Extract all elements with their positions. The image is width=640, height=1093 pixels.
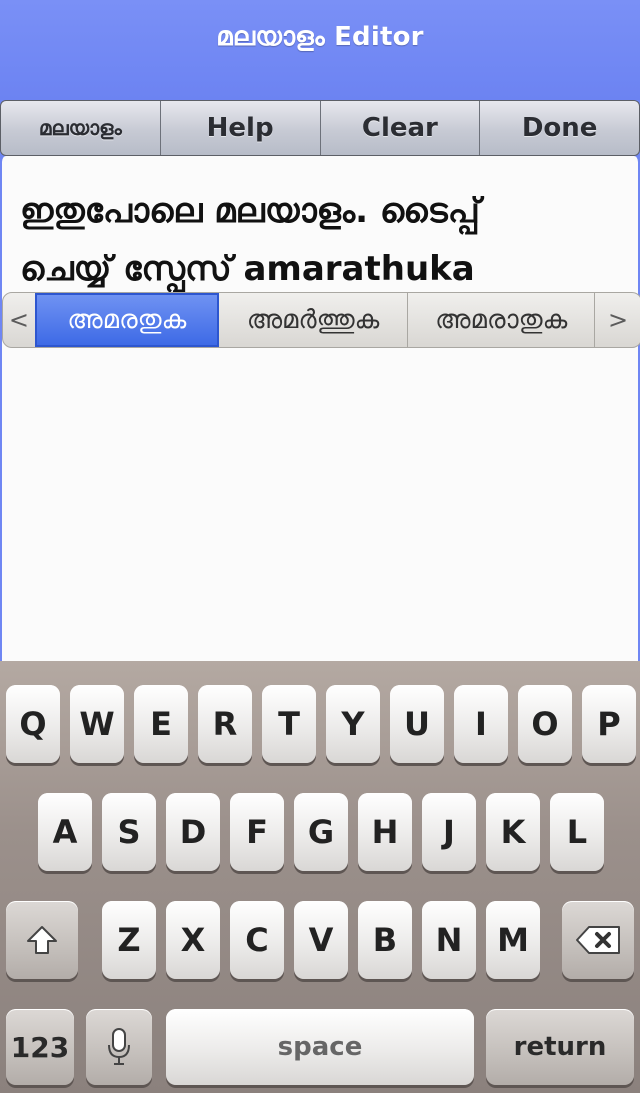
- key-c[interactable]: C: [230, 901, 284, 979]
- key-f[interactable]: F: [230, 793, 284, 871]
- backspace-key[interactable]: [562, 901, 634, 979]
- key-j[interactable]: J: [422, 793, 476, 871]
- text-editor[interactable]: ഇതുപോലെ മലയാളം. ടൈപ്പ് ചെയ്യ് സ്പേസ് ama…: [0, 156, 640, 661]
- key-b[interactable]: B: [358, 901, 412, 979]
- shift-arrow-icon: [27, 926, 57, 954]
- key-a[interactable]: A: [38, 793, 92, 871]
- backspace-icon: [576, 926, 620, 954]
- key-t[interactable]: T: [262, 685, 316, 763]
- key-w[interactable]: W: [70, 685, 124, 763]
- space-key[interactable]: space: [166, 1009, 474, 1085]
- suggestion-prev-button[interactable]: <: [3, 293, 35, 347]
- page-title: മലയാളം Editor: [216, 22, 424, 52]
- shift-key[interactable]: [6, 901, 78, 979]
- key-v[interactable]: V: [294, 901, 348, 979]
- key-d[interactable]: D: [166, 793, 220, 871]
- numbers-key[interactable]: 123: [6, 1009, 74, 1085]
- help-button[interactable]: Help: [161, 101, 321, 155]
- key-p[interactable]: P: [582, 685, 636, 763]
- microphone-icon: [108, 1028, 130, 1065]
- key-g[interactable]: G: [294, 793, 348, 871]
- key-i[interactable]: I: [454, 685, 508, 763]
- clear-button[interactable]: Clear: [321, 101, 481, 155]
- keyboard: Q W E R T Y U I O P A S D F G H J K L Z …: [0, 661, 640, 1093]
- key-l[interactable]: L: [550, 793, 604, 871]
- key-r[interactable]: R: [198, 685, 252, 763]
- key-m[interactable]: M: [486, 901, 540, 979]
- key-y[interactable]: Y: [326, 685, 380, 763]
- suggestion-item[interactable]: അമരാതുക: [408, 293, 594, 347]
- key-q[interactable]: Q: [6, 685, 60, 763]
- key-s[interactable]: S: [102, 793, 156, 871]
- key-e[interactable]: E: [134, 685, 188, 763]
- suggestion-item-selected[interactable]: അമരതുക: [34, 293, 219, 347]
- key-h[interactable]: H: [358, 793, 412, 871]
- done-button[interactable]: Done: [480, 101, 639, 155]
- suggestion-item[interactable]: അമർത്തുക: [219, 293, 409, 347]
- return-key[interactable]: return: [486, 1009, 634, 1085]
- editor-text[interactable]: ഇതുപോലെ മലയാളം. ടൈപ്പ് ചെയ്യ് സ്പേസ് ama…: [20, 182, 620, 298]
- key-z[interactable]: Z: [102, 901, 156, 979]
- key-n[interactable]: N: [422, 901, 476, 979]
- microphone-key[interactable]: [86, 1009, 152, 1085]
- toolbar: മലയാളം Help Clear Done: [0, 100, 640, 156]
- key-k[interactable]: K: [486, 793, 540, 871]
- key-u[interactable]: U: [390, 685, 444, 763]
- app-window: മലയാളം Editor മലയാളം Help Clear Done ഇതു…: [0, 0, 640, 1093]
- suggestion-bar: < അമരതുക അമർത്തുക അമരാതുക >: [2, 292, 640, 348]
- key-x[interactable]: X: [166, 901, 220, 979]
- key-o[interactable]: O: [518, 685, 572, 763]
- suggestion-next-button[interactable]: >: [594, 293, 640, 347]
- language-button[interactable]: മലയാളം: [1, 101, 161, 155]
- header: മലയാളം Editor: [0, 0, 640, 100]
